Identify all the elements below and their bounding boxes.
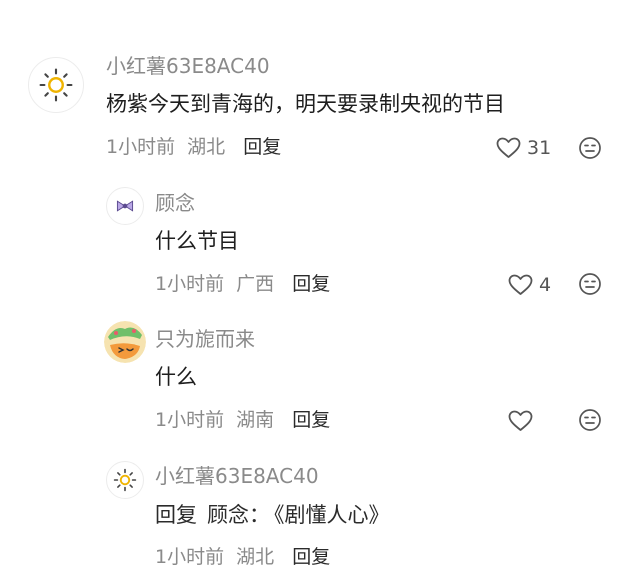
- dislike-face-icon: [579, 273, 601, 295]
- avatar[interactable]: [106, 187, 144, 225]
- like-button[interactable]: [508, 408, 533, 434]
- like-button[interactable]: 4: [508, 272, 551, 298]
- like-button[interactable]: 31: [496, 135, 551, 161]
- comment-text: 杨紫今天到青海的，明天要录制央视的节目: [106, 92, 505, 116]
- timestamp: 1小时前: [106, 136, 176, 158]
- dislike-button[interactable]: [578, 408, 602, 432]
- comment-text: 什么节目: [155, 229, 239, 253]
- username[interactable]: 顾念: [155, 193, 195, 213]
- sun-icon: [113, 468, 137, 492]
- reply-button[interactable]: 回复: [243, 136, 281, 158]
- timestamp: 1小时前: [155, 546, 225, 568]
- location: 湖北: [236, 546, 275, 568]
- heart-icon: [508, 410, 533, 431]
- dislike-button[interactable]: [578, 272, 602, 296]
- reply-target[interactable]: 顾念：: [207, 503, 270, 527]
- like-count: 4: [539, 273, 552, 296]
- comment-meta: 1小时前 广西 回复: [155, 275, 330, 294]
- avatar[interactable]: [106, 461, 144, 499]
- heart-icon: [496, 137, 521, 158]
- comment-meta: 1小时前 湖南 回复: [155, 411, 330, 430]
- comment-text: 什么: [155, 365, 197, 389]
- comment-meta: 1小时前 湖北 回复: [106, 138, 281, 157]
- comment-meta: 1小时前 湖北 回复: [155, 548, 330, 567]
- reply-button[interactable]: 回复: [292, 409, 330, 431]
- dislike-face-icon: [579, 137, 601, 159]
- like-count: 31: [527, 136, 552, 159]
- avatar[interactable]: [28, 57, 84, 113]
- avatar[interactable]: [104, 321, 146, 363]
- reply-prefix: 回复: [155, 503, 197, 527]
- sun-icon: [39, 68, 73, 102]
- reply-button[interactable]: 回复: [292, 273, 330, 295]
- timestamp: 1小时前: [155, 409, 225, 431]
- timestamp: 1小时前: [155, 273, 225, 295]
- bow-icon: [116, 200, 134, 212]
- dislike-face-icon: [579, 409, 601, 431]
- location: 湖南: [236, 409, 275, 431]
- cartoon-avatar-icon: [104, 321, 146, 363]
- username[interactable]: 只为旎而来: [155, 329, 255, 349]
- location: 广西: [236, 273, 275, 295]
- reply-button[interactable]: 回复: [292, 546, 330, 568]
- location: 湖北: [187, 136, 226, 158]
- dislike-button[interactable]: [578, 136, 602, 160]
- username[interactable]: 小红薯63E8AC40: [106, 56, 270, 76]
- heart-icon: [508, 274, 533, 295]
- reply-text: 《剧懂人心》: [274, 503, 390, 527]
- comment-text: 回复 顾念： 《剧懂人心》: [155, 505, 390, 526]
- username[interactable]: 小红薯63E8AC40: [155, 466, 319, 486]
